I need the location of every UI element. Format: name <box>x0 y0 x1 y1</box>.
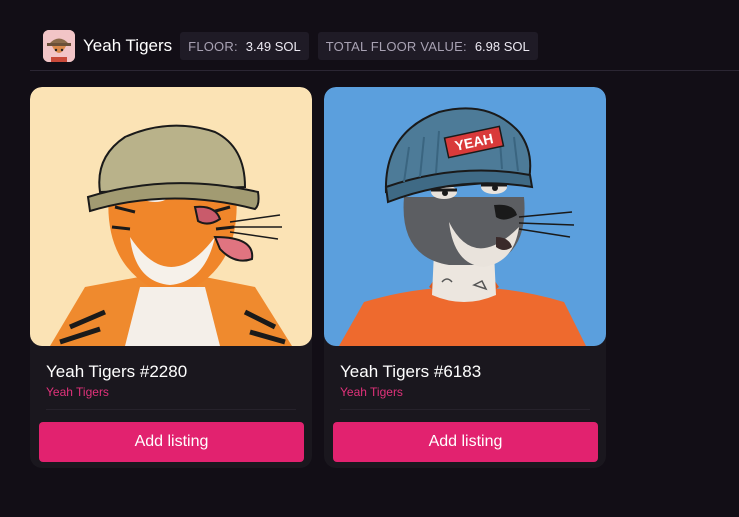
floor-label: FLOOR: <box>188 38 238 54</box>
add-listing-button[interactable]: Add listing <box>333 422 598 462</box>
nft-card[interactable]: YEAH Yeah Tigers #6183 Yeah Tigers Add l… <box>324 87 606 468</box>
total-floor-label: TOTAL FLOOR VALUE: <box>325 38 467 54</box>
collection-logo[interactable] <box>43 30 75 62</box>
add-listing-button[interactable]: Add listing <box>39 422 304 462</box>
collection-header: Yeah Tigers FLOOR: 3.49 SOL TOTAL FLOOR … <box>43 30 538 62</box>
nft-collection-link[interactable]: Yeah Tigers <box>46 385 109 399</box>
nft-title[interactable]: Yeah Tigers #2280 <box>46 362 187 382</box>
collection-name[interactable]: Yeah Tigers <box>83 36 172 56</box>
nft-collection-link[interactable]: Yeah Tigers <box>340 385 403 399</box>
nft-image[interactable]: YEAH <box>324 87 606 346</box>
nft-image[interactable] <box>30 87 312 346</box>
total-floor-value: 6.98 SOL <box>474 38 530 54</box>
header-divider <box>30 70 739 71</box>
floor-stat: FLOOR: 3.49 SOL <box>180 32 309 60</box>
card-divider <box>340 409 590 410</box>
total-floor-stat: TOTAL FLOOR VALUE: 6.98 SOL <box>317 32 538 60</box>
floor-value: 3.49 SOL <box>245 38 301 54</box>
nft-title[interactable]: Yeah Tigers #6183 <box>340 362 481 382</box>
nft-card[interactable]: Yeah Tigers #2280 Yeah Tigers Add listin… <box>30 87 312 468</box>
card-divider <box>46 409 296 410</box>
